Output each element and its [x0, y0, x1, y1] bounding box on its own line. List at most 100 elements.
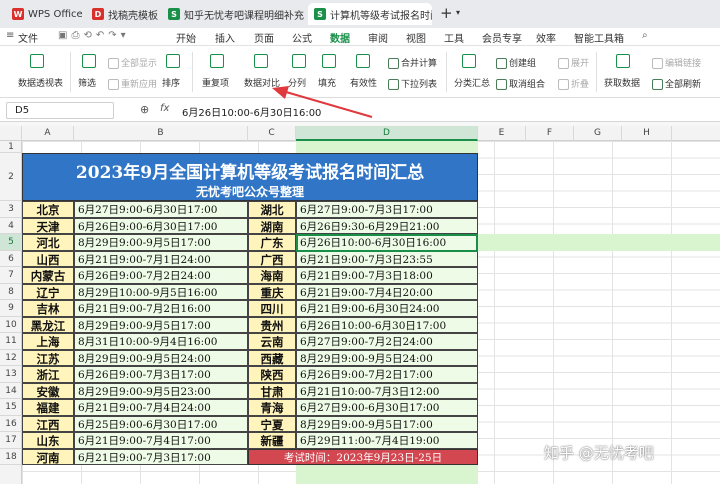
- row-header[interactable]: 5: [0, 234, 22, 251]
- time-cell[interactable]: 6月21日9:00-7月3日17:00: [74, 448, 248, 465]
- expand-button[interactable]: 展开: [558, 56, 589, 69]
- province-cell[interactable]: 湖北: [248, 201, 296, 218]
- time-cell[interactable]: 6月27日9:00-6月30日17:00: [74, 201, 248, 218]
- menu-home[interactable]: 开始: [176, 30, 196, 45]
- row-header[interactable]: 12: [0, 350, 22, 366]
- filter-button[interactable]: 筛选: [78, 76, 96, 89]
- province-cell[interactable]: 上海: [22, 333, 74, 350]
- menu-member[interactable]: 会员专享: [482, 30, 522, 45]
- province-cell[interactable]: 重庆: [248, 283, 296, 300]
- time-cell[interactable]: 6月26日9:00-7月3日17:00: [74, 366, 248, 383]
- time-cell[interactable]: 6月21日9:00-7月2日16:00: [74, 300, 248, 317]
- province-cell[interactable]: 浙江: [22, 366, 74, 383]
- column-header-f[interactable]: F: [526, 126, 574, 141]
- time-cell[interactable]: 6月21日9:00-7月3日18:00: [296, 267, 478, 284]
- menu-view[interactable]: 视图: [406, 30, 426, 45]
- time-cell[interactable]: 8月29日9:00-9月5日23:00: [74, 382, 248, 399]
- column-header-g[interactable]: G: [574, 126, 622, 141]
- menu-review[interactable]: 审阅: [368, 30, 388, 45]
- column-header-d[interactable]: D: [296, 126, 478, 141]
- row-header[interactable]: 17: [0, 432, 22, 449]
- province-cell[interactable]: 广西: [248, 250, 296, 267]
- pivot-table-button[interactable]: 数据透视表: [18, 76, 63, 89]
- refresh-all-button[interactable]: 全部刷新: [652, 77, 701, 90]
- column-header-a[interactable]: A: [22, 126, 74, 141]
- row-header[interactable]: 14: [0, 383, 22, 399]
- tab-course-detail[interactable]: S 知乎无忧考吧课程明细补充: [162, 3, 304, 25]
- time-cell[interactable]: 6月21日9:00-6月30日24:00: [296, 300, 478, 317]
- row-header[interactable]: 1: [0, 141, 22, 153]
- fill-button[interactable]: 填充: [318, 76, 336, 89]
- row-header[interactable]: 10: [0, 317, 22, 333]
- time-cell[interactable]: 6月26日10:00-6月30日17:00: [296, 316, 478, 333]
- show-all-button[interactable]: 全部显示: [108, 56, 157, 69]
- time-cell[interactable]: 6月25日9:00-6月30日17:00: [74, 415, 248, 432]
- ungroup-button[interactable]: 取消组合: [496, 77, 545, 90]
- row-header[interactable]: 8: [0, 284, 22, 300]
- province-cell[interactable]: 安徽: [22, 382, 74, 399]
- province-cell[interactable]: 云南: [248, 333, 296, 350]
- chevron-down-icon[interactable]: ▾: [456, 8, 460, 17]
- row-header[interactable]: 9: [0, 300, 22, 317]
- column-header-h[interactable]: H: [622, 126, 672, 141]
- dropdown-list-button[interactable]: 下拉列表: [388, 77, 437, 90]
- search-icon[interactable]: ⌕: [642, 30, 648, 41]
- province-cell[interactable]: 山东: [22, 432, 74, 449]
- time-cell[interactable]: 6月26日9:00-7月2日24:00: [74, 267, 248, 284]
- province-cell[interactable]: 海南: [248, 267, 296, 284]
- merge-calc-button[interactable]: 合并计算: [388, 56, 437, 69]
- menu-data[interactable]: 数据: [330, 30, 350, 48]
- time-cell[interactable]: 8月29日10:00-9月5日16:00: [74, 283, 248, 300]
- column-header-c[interactable]: C: [248, 126, 296, 141]
- tab-wps-office[interactable]: W WPS Office: [6, 3, 82, 25]
- province-cell[interactable]: 西藏: [248, 349, 296, 366]
- time-cell[interactable]: 6月21日9:00-7月4日24:00: [74, 399, 248, 416]
- province-cell[interactable]: 青海: [248, 399, 296, 416]
- province-cell[interactable]: 河北: [22, 234, 74, 251]
- spreadsheet-grid[interactable]: 2023年9月全国计算机等级考试报名时间汇总 无忧考吧公众号整理 北京 6月27日9:…: [22, 141, 720, 484]
- row-header[interactable]: 6: [0, 251, 22, 267]
- get-data-button[interactable]: 获取数据: [604, 76, 640, 89]
- province-cell[interactable]: 内蒙古: [22, 267, 74, 284]
- menu-smart-toolbox[interactable]: 智能工具箱: [574, 30, 624, 45]
- edit-link-button[interactable]: 编辑链接: [652, 56, 701, 69]
- time-cell[interactable]: 6月27日9:00-6月30日17:00: [296, 399, 478, 416]
- row-header[interactable]: 2: [0, 153, 22, 201]
- province-cell[interactable]: 河南: [22, 448, 74, 465]
- row-header[interactable]: 18: [0, 449, 22, 465]
- time-cell[interactable]: 6月21日10:00-7月3日12:00: [296, 382, 478, 399]
- province-cell[interactable]: 辽宁: [22, 283, 74, 300]
- zoom-icon[interactable]: ⊕: [140, 103, 149, 116]
- province-cell[interactable]: 天津: [22, 217, 74, 234]
- time-cell[interactable]: 6月27日9:00-7月2日24:00: [296, 333, 478, 350]
- time-cell[interactable]: 6月26日9:00-7月2日17:00: [296, 366, 478, 383]
- time-cell[interactable]: 8月31日10:00-9月4日16:00: [74, 333, 248, 350]
- time-cell[interactable]: 6月21日9:00-7月1日24:00: [74, 250, 248, 267]
- row-header[interactable]: 15: [0, 399, 22, 416]
- menu-page[interactable]: 页面: [254, 30, 274, 45]
- column-header-e[interactable]: E: [478, 126, 526, 141]
- time-cell[interactable]: 6月27日9:00-7月3日17:00: [296, 201, 478, 218]
- time-cell[interactable]: 8月29日9:00-9月5日24:00: [74, 349, 248, 366]
- hamburger-icon[interactable]: ≡: [6, 30, 14, 41]
- quick-access-icons[interactable]: ▣⎙⟲↶↷▾: [58, 30, 130, 41]
- create-group-button[interactable]: 创建组: [496, 56, 536, 69]
- province-cell[interactable]: 陕西: [248, 366, 296, 383]
- province-cell[interactable]: 湖南: [248, 217, 296, 234]
- province-cell[interactable]: 江苏: [22, 349, 74, 366]
- province-cell[interactable]: 四川: [248, 300, 296, 317]
- province-cell[interactable]: 黑龙江: [22, 316, 74, 333]
- row-header[interactable]: 4: [0, 218, 22, 234]
- time-cell[interactable]: 6月21日9:00-7月4日20:00: [296, 283, 478, 300]
- time-cell[interactable]: 6月21日9:00-7月4日17:00: [74, 432, 248, 449]
- select-all-corner[interactable]: [0, 126, 22, 141]
- validity-button[interactable]: 有效性: [350, 76, 377, 89]
- row-header[interactable]: 3: [0, 201, 22, 218]
- new-tab-button[interactable]: +: [440, 4, 453, 22]
- name-box[interactable]: D5: [6, 102, 114, 119]
- sort-button[interactable]: 排序: [162, 76, 180, 89]
- province-cell[interactable]: 山西: [22, 250, 74, 267]
- fx-icon[interactable]: fx: [160, 103, 169, 114]
- time-cell[interactable]: 6月26日9:30-6月29日21:00: [296, 217, 478, 234]
- menu-efficiency[interactable]: 效率: [536, 30, 556, 45]
